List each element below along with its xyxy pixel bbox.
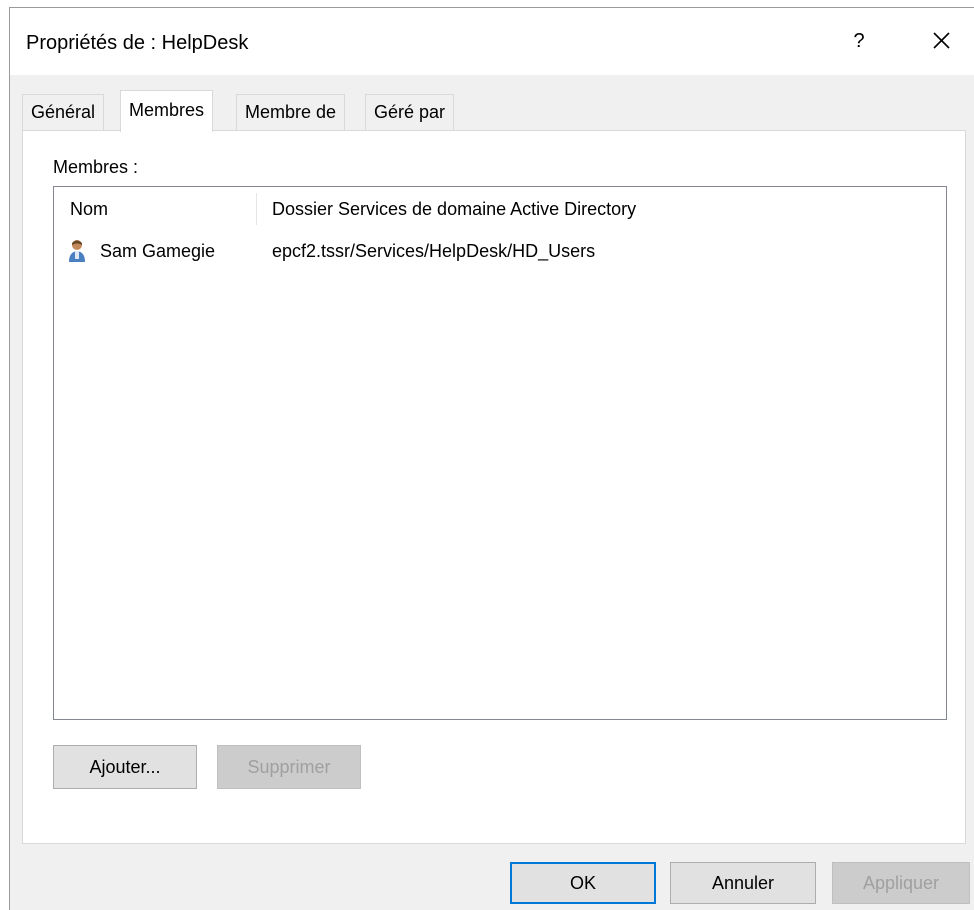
remove-button[interactable]: Supprimer <box>217 745 361 789</box>
column-divider[interactable] <box>256 193 257 225</box>
tab-gere-par[interactable]: Géré par <box>365 94 455 130</box>
members-list[interactable]: Nom Dossier Services de domaine Active D… <box>53 186 947 720</box>
user-icon <box>69 240 85 262</box>
tab-general[interactable]: Général <box>22 94 105 130</box>
member-folder: epcf2.tssr/Services/HelpDesk/HD_Users <box>272 241 596 261</box>
apply-button[interactable]: Appliquer <box>832 862 970 904</box>
membres-tab-panel: Membres : Nom Dossier Services de domain… <box>22 130 966 844</box>
tab-membres[interactable]: Membres <box>120 90 214 132</box>
close-icon <box>933 32 950 49</box>
list-header: Nom Dossier Services de domaine Active D… <box>54 187 946 231</box>
add-button[interactable]: Ajouter... <box>53 745 197 789</box>
window-title: Propriétés de : HelpDesk <box>26 32 249 54</box>
close-button[interactable] <box>925 24 957 56</box>
help-button[interactable]: ? <box>846 26 872 56</box>
title-bar: Propriétés de : HelpDesk ? <box>10 8 974 75</box>
tab-membre-de[interactable]: Membre de <box>236 94 346 130</box>
column-header-dossier[interactable]: Dossier Services de domaine Active Direc… <box>272 199 636 220</box>
list-item[interactable]: Sam Gamegie epcf2.tssr/Services/HelpDesk… <box>54 237 946 267</box>
member-name: Sam Gamegie <box>100 241 216 261</box>
cancel-button[interactable]: Annuler <box>670 862 816 904</box>
members-label: Membres : <box>53 157 139 177</box>
ok-button[interactable]: OK <box>510 862 656 904</box>
properties-dialog: Propriétés de : HelpDesk ? Général Membr… <box>9 7 974 910</box>
column-header-nom[interactable]: Nom <box>70 199 108 220</box>
